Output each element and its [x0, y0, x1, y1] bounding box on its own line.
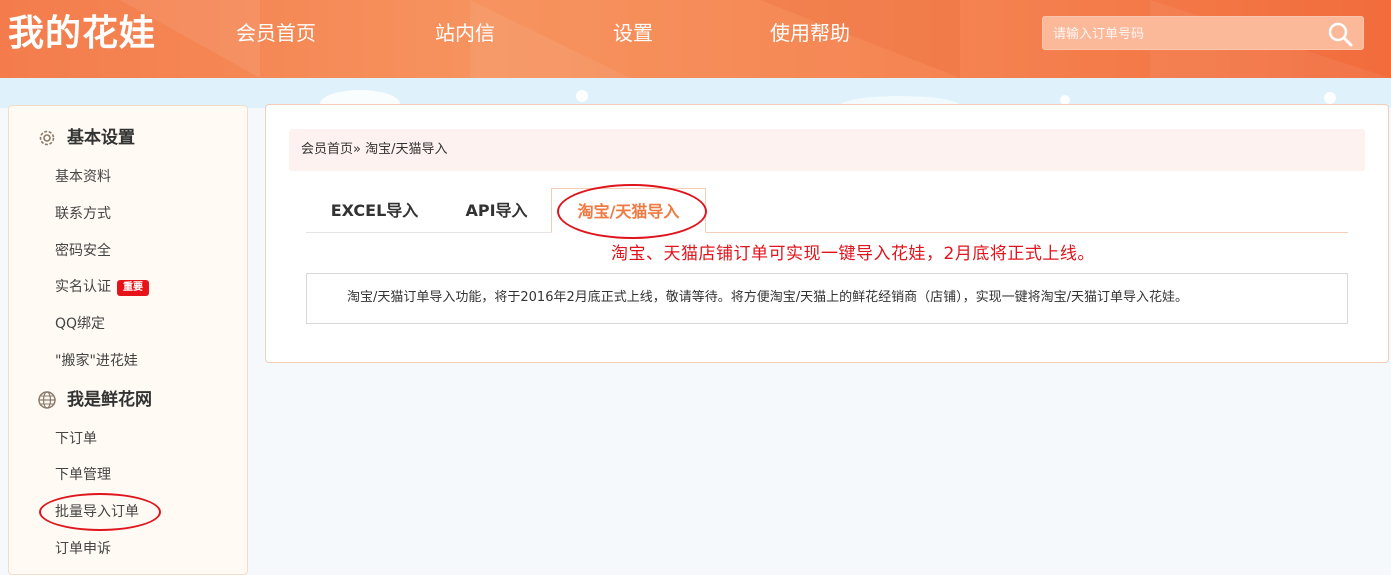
search-input[interactable] [1051, 22, 1315, 46]
sidebar-item-qq[interactable]: QQ绑定 [55, 314, 105, 334]
sidebar-item-batch-import[interactable]: 批量导入订单 [55, 502, 139, 522]
sidebar-item-order-complaint[interactable]: 订单申诉 [55, 539, 111, 559]
sidebar-item-label: 实名认证 [55, 279, 111, 295]
main-panel: 会员首页» 淘宝/天猫导入 EXCEL导入 API导入 淘宝/天猫导入 淘宝、天… [265, 104, 1389, 363]
launch-notice: 淘宝、天猫店铺订单可实现一键导入花娃，2月底将正式上线。 [611, 244, 1095, 264]
sidebar-section-florist: 我是鲜花网 [37, 388, 152, 412]
tab-api-import[interactable]: API导入 [443, 188, 550, 233]
important-badge: 重要 [117, 280, 149, 296]
site-logo[interactable]: 我的花娃 [8, 12, 156, 56]
tab-excel-import[interactable]: EXCEL导入 [306, 188, 443, 233]
nav-settings[interactable]: 设置 [613, 20, 653, 46]
order-search [1042, 16, 1364, 50]
description-text: 淘宝/天猫订单导入功能，将于2016年2月底正式上线，敬请等待。将方便淘宝/天猫… [347, 290, 1188, 305]
sidebar-item-contact[interactable]: 联系方式 [55, 204, 111, 224]
globe-icon [37, 390, 57, 410]
sidebar-section-basic-settings: 基本设置 [37, 126, 135, 150]
sidebar-item-password[interactable]: 密码安全 [55, 241, 111, 261]
gear-icon [37, 128, 57, 148]
description-box: 淘宝/天猫订单导入功能，将于2016年2月底正式上线，敬请等待。将方便淘宝/天猫… [306, 273, 1348, 324]
sidebar-item-order-management[interactable]: 下单管理 [55, 465, 111, 485]
sidebar-item-realname[interactable]: 实名认证 重要 [55, 277, 149, 297]
breadcrumb: 会员首页» 淘宝/天猫导入 [289, 129, 1365, 171]
sidebar-item-basic-info[interactable]: 基本资料 [55, 167, 111, 187]
top-header: 我的花娃 会员首页 站内信 设置 使用帮助 [0, 0, 1391, 78]
section-title: 我是鲜花网 [67, 390, 152, 410]
nav-help[interactable]: 使用帮助 [770, 20, 850, 46]
nav-member-home[interactable]: 会员首页 [236, 20, 316, 46]
tab-taobao-tmall-import[interactable]: 淘宝/天猫导入 [551, 188, 706, 233]
section-title: 基本设置 [67, 128, 135, 148]
nav-inbox[interactable]: 站内信 [435, 20, 495, 46]
search-icon[interactable] [1327, 21, 1353, 47]
breadcrumb-text[interactable]: 会员首页» 淘宝/天猫导入 [301, 141, 447, 159]
sidebar-item-migrate[interactable]: "搬家"进花娃 [55, 351, 138, 371]
sidebar: 基本设置 基本资料 联系方式 密码安全 实名认证 重要 QQ绑定 "搬家"进花娃 … [8, 105, 248, 575]
sidebar-item-place-order[interactable]: 下订单 [55, 429, 97, 449]
